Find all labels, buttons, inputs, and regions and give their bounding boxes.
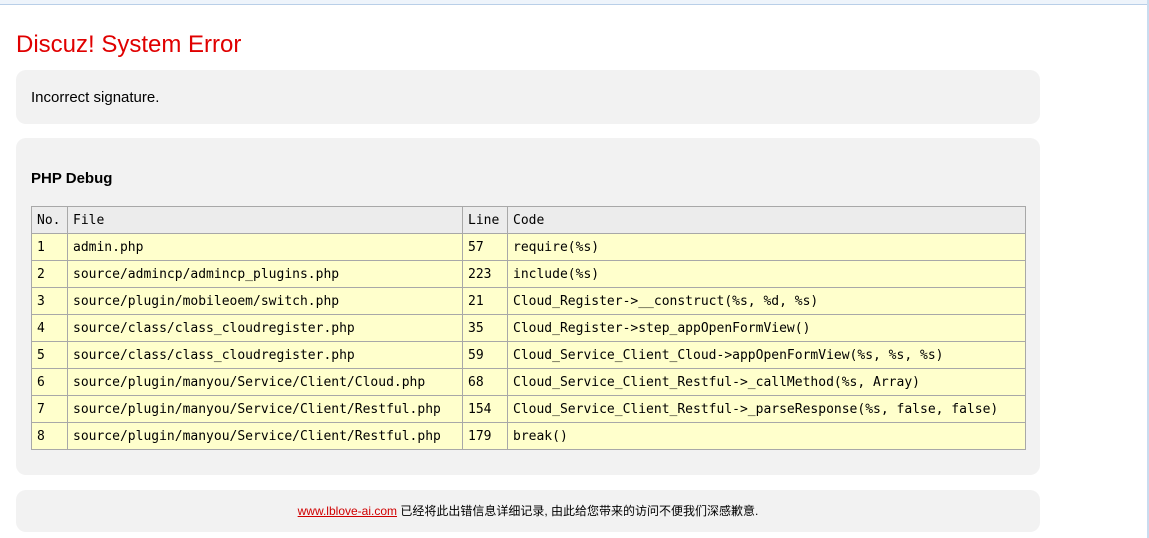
cell-line: 59: [462, 341, 508, 369]
cell-code: include(%s): [507, 260, 1026, 288]
column-header-file: File: [67, 206, 463, 234]
cell-code: Cloud_Service_Client_Restful->_callMetho…: [507, 368, 1026, 396]
debug-table: No. File Line Code 1 admin.php 57 requir…: [31, 206, 1026, 450]
table-row: 3 source/plugin/mobileoem/switch.php 21 …: [31, 287, 1026, 315]
error-message-panel: Incorrect signature.: [16, 70, 1040, 124]
cell-line: 223: [462, 260, 508, 288]
cell-file: source/plugin/manyou/Service/Client/Rest…: [67, 422, 463, 450]
cell-line: 154: [462, 395, 508, 423]
cell-code: Cloud_Register->step_appOpenFormView(): [507, 314, 1026, 342]
cell-line: 68: [462, 368, 508, 396]
cell-file: source/class/class_cloudregister.php: [67, 314, 463, 342]
cell-line: 21: [462, 287, 508, 315]
cell-no: 2: [31, 260, 68, 288]
footer-notice: www.lblove-ai.com 已经将此出错信息详细记录, 由此给您带来的访…: [16, 503, 1040, 519]
cell-file: source/class/class_cloudregister.php: [67, 341, 463, 369]
cell-no: 5: [31, 341, 68, 369]
table-row: 1 admin.php 57 require(%s): [31, 233, 1026, 261]
table-row: 8 source/plugin/manyou/Service/Client/Re…: [31, 422, 1026, 450]
cell-code: break(): [507, 422, 1026, 450]
cell-no: 4: [31, 314, 68, 342]
cell-file: source/plugin/mobileoem/switch.php: [67, 287, 463, 315]
table-row: 6 source/plugin/manyou/Service/Client/Cl…: [31, 368, 1026, 396]
cell-file: source/plugin/manyou/Service/Client/Rest…: [67, 395, 463, 423]
cell-no: 8: [31, 422, 68, 450]
cell-code: Cloud_Service_Client_Cloud->appOpenFormV…: [507, 341, 1026, 369]
cell-line: 35: [462, 314, 508, 342]
cell-no: 7: [31, 395, 68, 423]
cell-file: admin.php: [67, 233, 463, 261]
debug-title: PHP Debug: [31, 170, 113, 187]
cell-line: 179: [462, 422, 508, 450]
footer-panel: www.lblove-ai.com 已经将此出错信息详细记录, 由此给您带来的访…: [16, 490, 1040, 532]
site-link[interactable]: www.lblove-ai.com: [298, 504, 397, 518]
footer-message: 已经将此出错信息详细记录, 由此给您带来的访问不便我们深感歉意.: [397, 504, 759, 518]
cell-line: 57: [462, 233, 508, 261]
table-row: 5 source/class/class_cloudregister.php 5…: [31, 341, 1026, 369]
cell-file: source/admincp/admincp_plugins.php: [67, 260, 463, 288]
cell-code: Cloud_Register->__construct(%s, %d, %s): [507, 287, 1026, 315]
table-row: 7 source/plugin/manyou/Service/Client/Re…: [31, 395, 1026, 423]
error-message: Incorrect signature.: [31, 89, 160, 106]
column-header-line: Line: [462, 206, 508, 234]
cell-no: 1: [31, 233, 68, 261]
column-header-code: Code: [507, 206, 1026, 234]
php-debug-panel: PHP Debug No. File Line Code 1 admin.php…: [16, 138, 1040, 475]
table-row: 4 source/class/class_cloudregister.php 3…: [31, 314, 1026, 342]
cell-code: Cloud_Service_Client_Restful->_parseResp…: [507, 395, 1026, 423]
table-row: 2 source/admincp/admincp_plugins.php 223…: [31, 260, 1026, 288]
table-header-row: No. File Line Code: [31, 206, 1026, 234]
cell-code: require(%s): [507, 233, 1026, 261]
column-header-no: No.: [31, 206, 68, 234]
cell-no: 6: [31, 368, 68, 396]
top-border: [0, 0, 1149, 5]
cell-no: 3: [31, 287, 68, 315]
page-title: Discuz! System Error: [16, 31, 242, 58]
cell-file: source/plugin/manyou/Service/Client/Clou…: [67, 368, 463, 396]
